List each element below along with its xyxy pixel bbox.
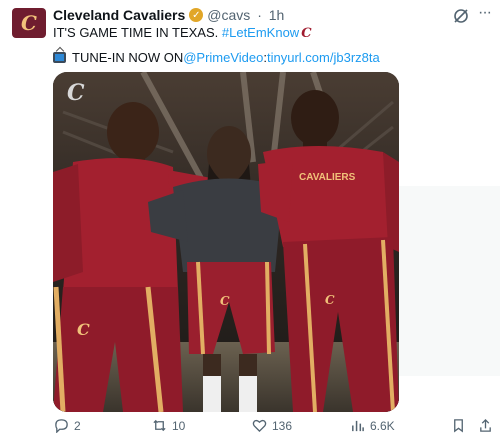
- side-panel-background: [399, 186, 500, 376]
- hashtag-link[interactable]: #LetEmKnow: [222, 25, 299, 40]
- like-count: 136: [272, 418, 293, 433]
- bookmark-icon[interactable]: [451, 418, 466, 433]
- tweet-actions: 2 10 136 6.6K: [54, 418, 494, 436]
- verified-badge-icon: ✓: [189, 8, 204, 22]
- repost-button[interactable]: 10: [152, 418, 185, 433]
- jersey-text: CAVALIERS: [299, 172, 356, 183]
- reply-icon: [55, 419, 68, 433]
- avatar[interactable]: C: [12, 8, 46, 38]
- views-button[interactable]: 6.6K: [350, 418, 395, 433]
- url-link[interactable]: tinyurl.com/jb3rz8ta: [267, 50, 380, 65]
- tv-icon: [53, 52, 66, 63]
- more-icon[interactable]: ···: [478, 5, 494, 24]
- timestamp[interactable]: 1h: [269, 7, 285, 23]
- reply-count: 2: [74, 418, 81, 433]
- photo-scene: C C C CAVALIERS C: [53, 72, 399, 412]
- cavs-emoji: C: [301, 26, 312, 41]
- grok-icon[interactable]: [452, 7, 470, 25]
- tweet-text: IT'S GAME TIME IN TEXAS.: [53, 25, 222, 40]
- tune-in-text: TUNE-IN NOW ON: [72, 50, 184, 65]
- separator: ·: [257, 7, 262, 23]
- mention-link[interactable]: @PrimeVideo: [183, 50, 263, 65]
- author-name[interactable]: Cleveland Cavaliers: [53, 7, 185, 23]
- share-icon[interactable]: [478, 418, 493, 433]
- reply-button[interactable]: 2: [54, 418, 81, 433]
- view-count: 6.6K: [370, 418, 395, 433]
- tweet-text-line1: IT'S GAME TIME IN TEXAS. #LetEmKnow C: [53, 25, 312, 41]
- repost-count: 10: [172, 418, 186, 433]
- svg-text:C: C: [325, 293, 335, 307]
- svg-text:C: C: [77, 320, 90, 339]
- avatar-logo: C: [21, 11, 37, 35]
- author-handle[interactable]: @cavs: [207, 7, 250, 23]
- like-icon: [252, 419, 267, 433]
- tweet-photo[interactable]: C C C CAVALIERS C: [53, 72, 399, 412]
- repost-icon: [153, 419, 166, 432]
- cavs-logo-watermark: C: [67, 80, 85, 106]
- like-button[interactable]: 136: [252, 418, 292, 433]
- views-icon: [352, 420, 364, 432]
- tweet-text-line2: TUNE-IN NOW ON @PrimeVideo: tinyurl.com/…: [53, 50, 380, 65]
- svg-text:C: C: [220, 294, 230, 308]
- tweet-header: Cleveland Cavaliers ✓ @cavs · 1h: [53, 7, 287, 23]
